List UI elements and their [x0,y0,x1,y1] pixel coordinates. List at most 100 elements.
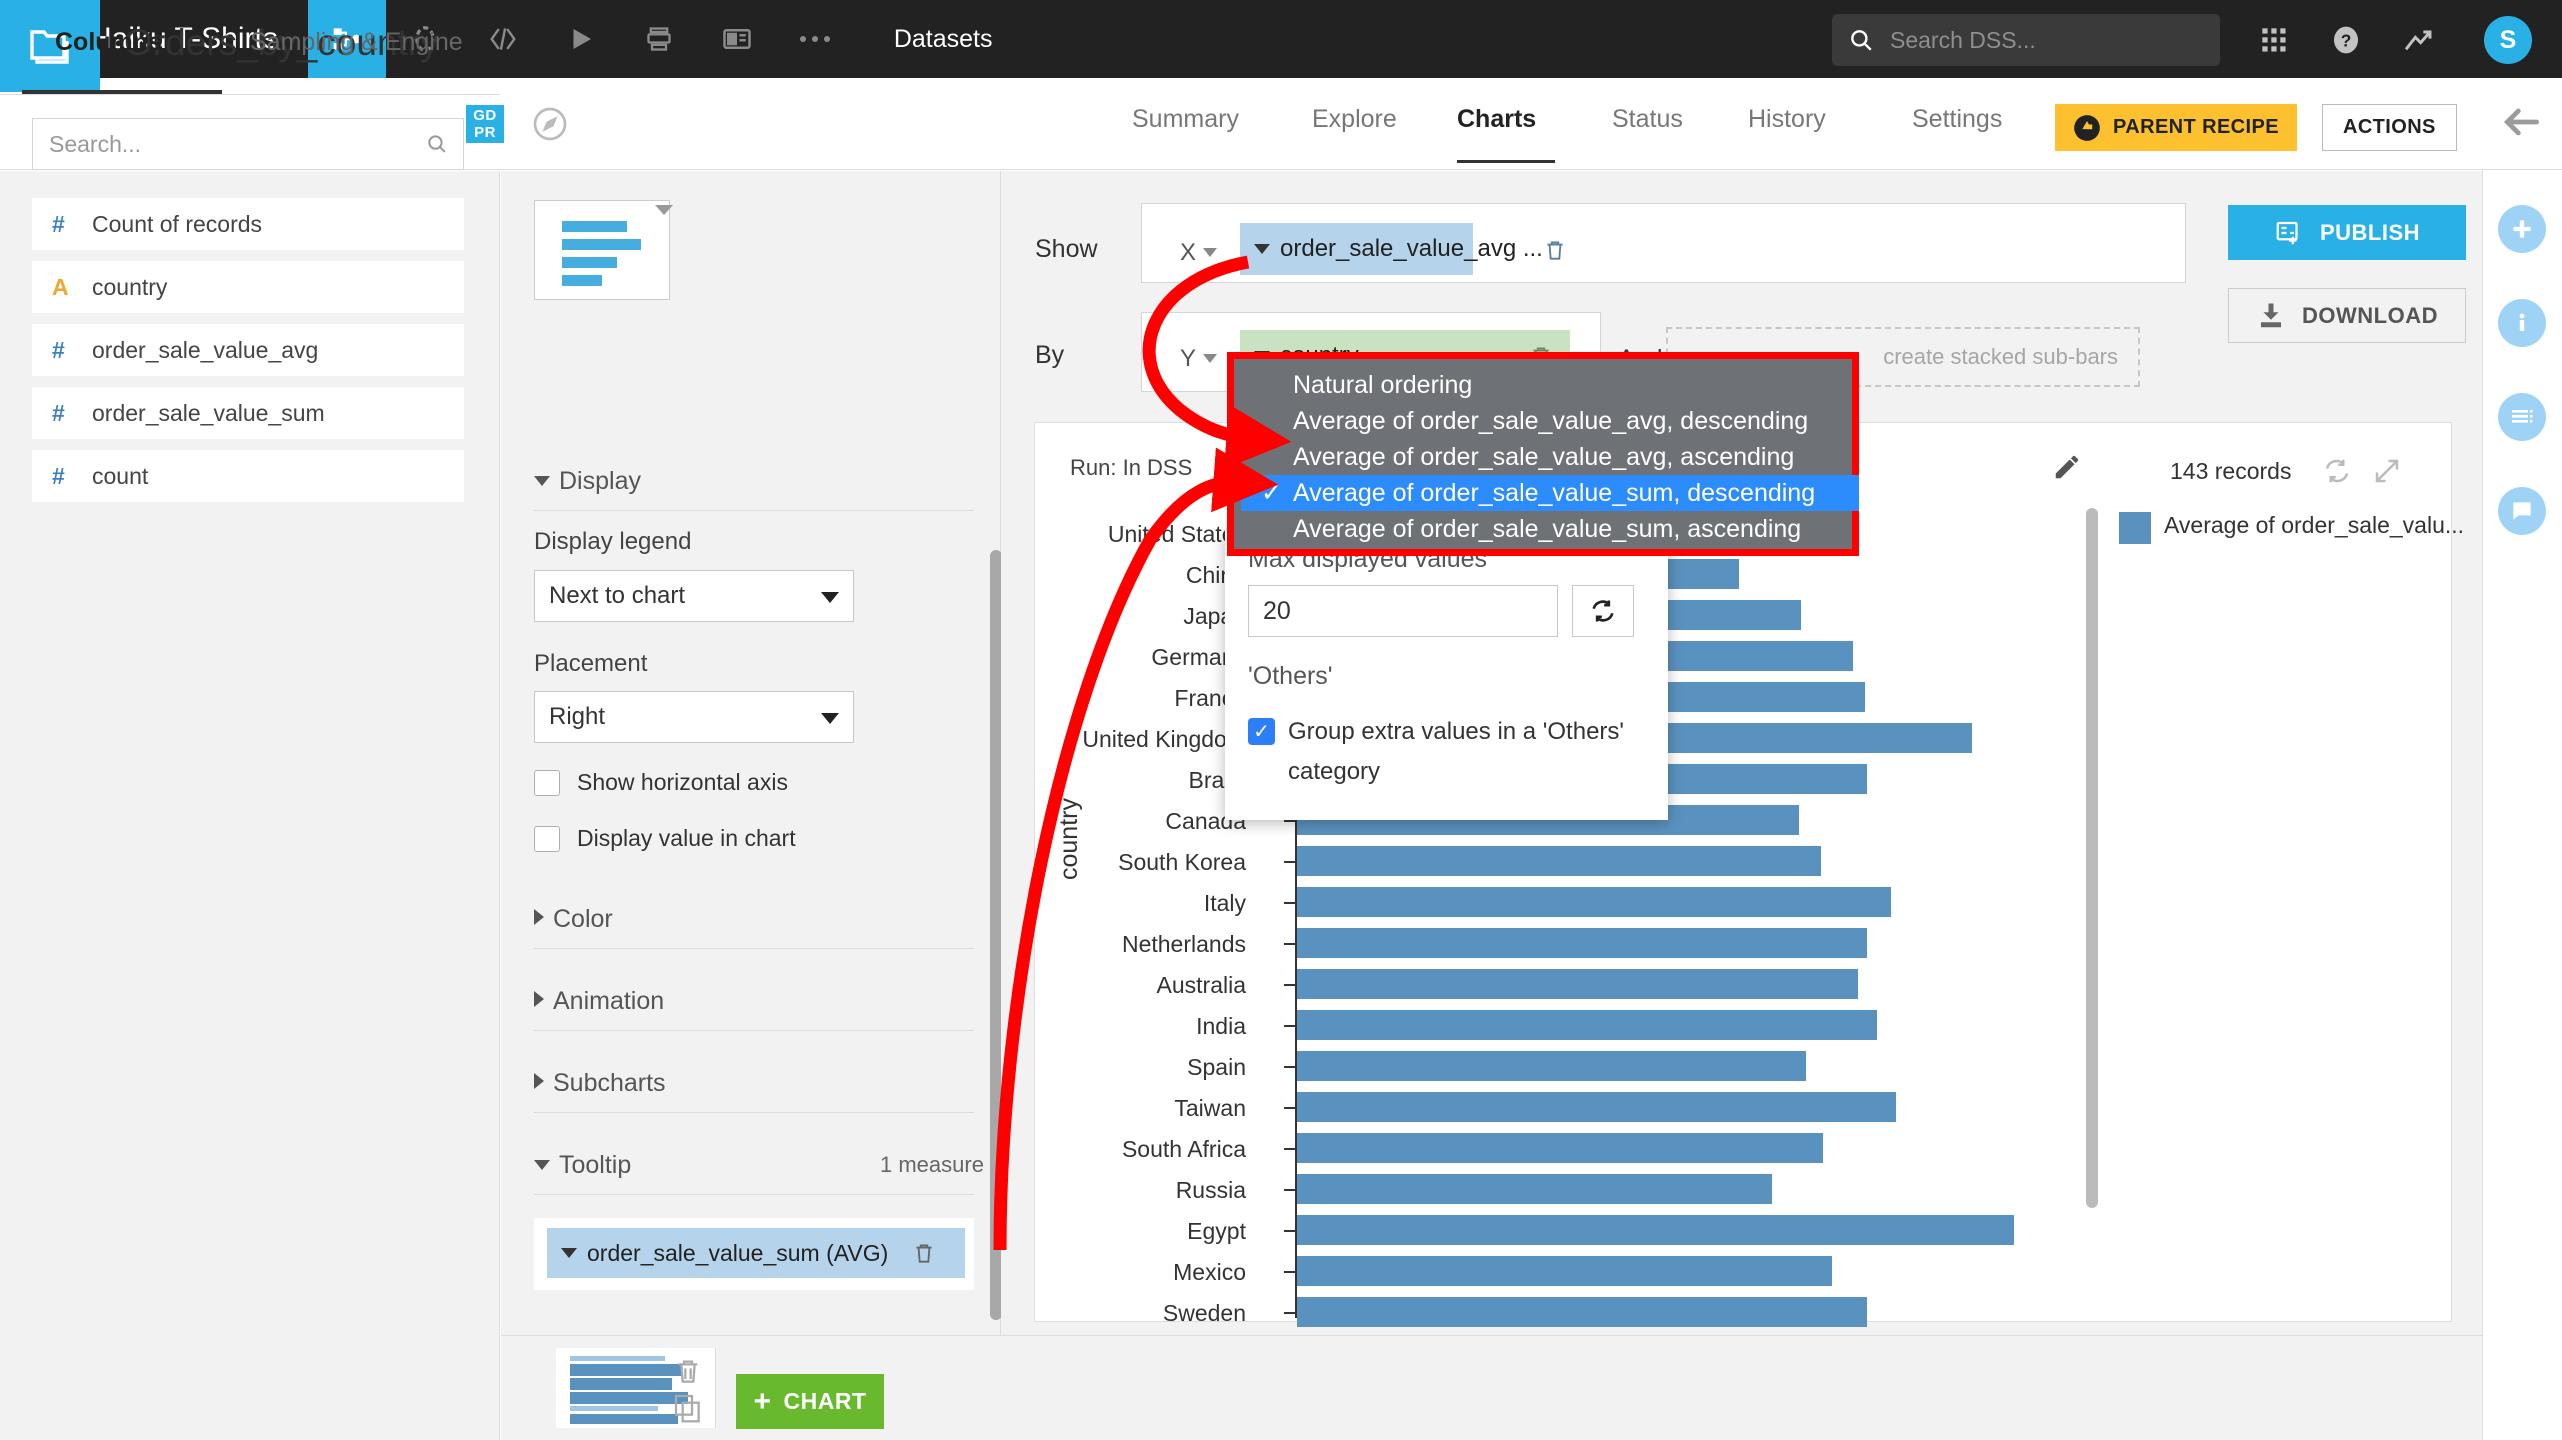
axis-tick [1284,1107,1295,1109]
column-type-icon: # [52,211,92,238]
chart-category-label: China [0,562,1270,589]
column-name: order_sale_value_avg [92,337,318,364]
caret-down-icon[interactable] [1254,244,1270,254]
trash-icon[interactable] [1542,237,1568,263]
section-display[interactable]: Display [534,467,974,511]
column-type-icon: # [52,337,92,364]
section-label[interactable]: Datasets [894,25,993,54]
tab-summary[interactable]: Summary [1132,105,1239,134]
axis-tick [1284,943,1295,945]
columns-search-box[interactable] [32,118,464,170]
tab-status[interactable]: Status [1612,105,1683,134]
add-chart-button[interactable]: + CHART [736,1374,884,1429]
tab-history[interactable]: History [1748,105,1826,134]
help-icon[interactable]: ? [2320,14,2372,66]
chart-bar[interactable] [1297,928,1867,958]
avatar[interactable]: S [2484,16,2532,64]
chart-bar[interactable] [1297,969,1858,999]
sort-option[interactable]: Average of order_sale_value_sum, ascendi… [1241,511,1859,547]
stacked-subbars-hint: create stacked sub-bars [1883,344,2118,370]
axis-tick [1284,1312,1295,1314]
chart-bar[interactable] [1297,1215,2014,1245]
more-icon[interactable] [776,0,854,78]
info-icon[interactable] [2498,299,2546,347]
chevron-down-icon [821,713,839,724]
search-dss-container[interactable] [1832,14,2220,66]
chart-bar[interactable] [1297,1010,1877,1040]
tab-settings[interactable]: Settings [1912,105,2002,134]
expand-icon[interactable] [2372,456,2402,486]
column-type-icon: # [52,400,92,427]
tab-columns[interactable]: Columns [55,28,162,57]
gdpr-line-1: GD [473,107,497,124]
chart-bar[interactable] [1297,1133,1823,1163]
chart-category-label: Sweden [0,1300,1270,1327]
refresh-icon[interactable] [1572,585,1634,637]
chart-bar[interactable] [1297,1092,1896,1122]
column-name: country [92,274,167,301]
legend-scrollbar[interactable] [2086,508,2098,1208]
apps-grid-icon[interactable] [2248,14,2300,66]
chart-category-label: South Korea [0,849,1270,876]
chart-bar[interactable] [1297,1297,1867,1327]
plus-icon: + [753,1385,771,1419]
chevron-down-icon[interactable] [655,205,673,215]
download-button[interactable]: DOWNLOAD [2228,288,2466,343]
search-icon [425,132,449,156]
column-item-country[interactable]: A country [32,261,464,313]
x-measure-pill[interactable]: order_sale_value_avg ... [1240,223,1473,275]
sort-option[interactable]: Natural ordering [1241,367,1859,403]
play-icon[interactable] [542,0,620,78]
recipe-icon [2073,114,2101,142]
chart-category-label: France [0,685,1270,712]
copy-icon[interactable] [672,1392,704,1424]
chart-bar[interactable] [1297,1256,1832,1286]
search-input[interactable] [1888,26,2188,55]
by-label: By [1035,341,1064,370]
publish-label: PUBLISH [2320,220,2420,246]
chart-bar[interactable] [1297,887,1891,917]
caret-down-icon[interactable] [561,1248,577,1258]
sort-option[interactable]: Average of order_sale_value_avg, ascendi… [1241,439,1859,475]
publish-icon [2274,218,2304,248]
column-item-count[interactable]: # count [32,450,464,502]
trash-icon[interactable] [672,1355,704,1387]
chart-category-label: Australia [0,972,1270,999]
publish-button[interactable]: PUBLISH [2228,205,2466,260]
chart-bar[interactable] [1297,1051,1806,1081]
dashboard-icon[interactable] [698,0,776,78]
details-icon[interactable] [2498,393,2546,441]
column-item-order-sale-value-avg[interactable]: # order_sale_value_avg [32,324,464,376]
jobs-icon[interactable] [620,0,698,78]
chart-type-selector[interactable] [534,200,670,300]
tab-explore[interactable]: Explore [1312,105,1397,134]
tab-sampling-engine[interactable]: Sampling & Engine [250,28,463,57]
tab-charts[interactable]: Charts [1457,105,1536,134]
columns-search-input[interactable] [47,130,425,159]
sort-option[interactable]: ✓Average of order_sale_value_sum, descen… [1241,475,1859,511]
max-values-input[interactable]: 20 [1248,585,1558,637]
pencil-icon[interactable] [2052,452,2082,482]
x-axis-tag-label: X [1180,239,1196,266]
y-axis-tag[interactable]: Y [1180,345,1217,373]
column-item-count-of-records[interactable]: # Count of records [32,198,464,250]
column-item-order-sale-value-sum[interactable]: # order_sale_value_sum [32,387,464,439]
x-axis-tag[interactable]: X [1180,239,1217,267]
sort-option[interactable]: Average of order_sale_value_avg, descend… [1241,403,1859,439]
chart-category-label: South Africa [0,1136,1270,1163]
compass-icon[interactable] [530,104,570,144]
chart-bar[interactable] [1297,846,1821,876]
add-icon[interactable] [2498,205,2546,253]
chart-bar[interactable] [1297,1174,1772,1204]
code-icon[interactable] [464,0,542,78]
active-tab-underline [1457,160,1555,163]
back-arrow-icon[interactable] [2500,100,2544,144]
chart-category-label: Netherlands [0,931,1270,958]
trending-icon[interactable] [2392,14,2444,66]
actions-button[interactable]: ACTIONS [2322,104,2457,151]
group-others-checkbox[interactable]: ✓ [1248,718,1275,745]
discussion-icon[interactable] [2498,487,2546,535]
chart-category-label: Russia [0,1177,1270,1204]
parent-recipe-button[interactable]: PARENT RECIPE [2055,104,2297,151]
refresh-icon[interactable] [2322,456,2352,486]
